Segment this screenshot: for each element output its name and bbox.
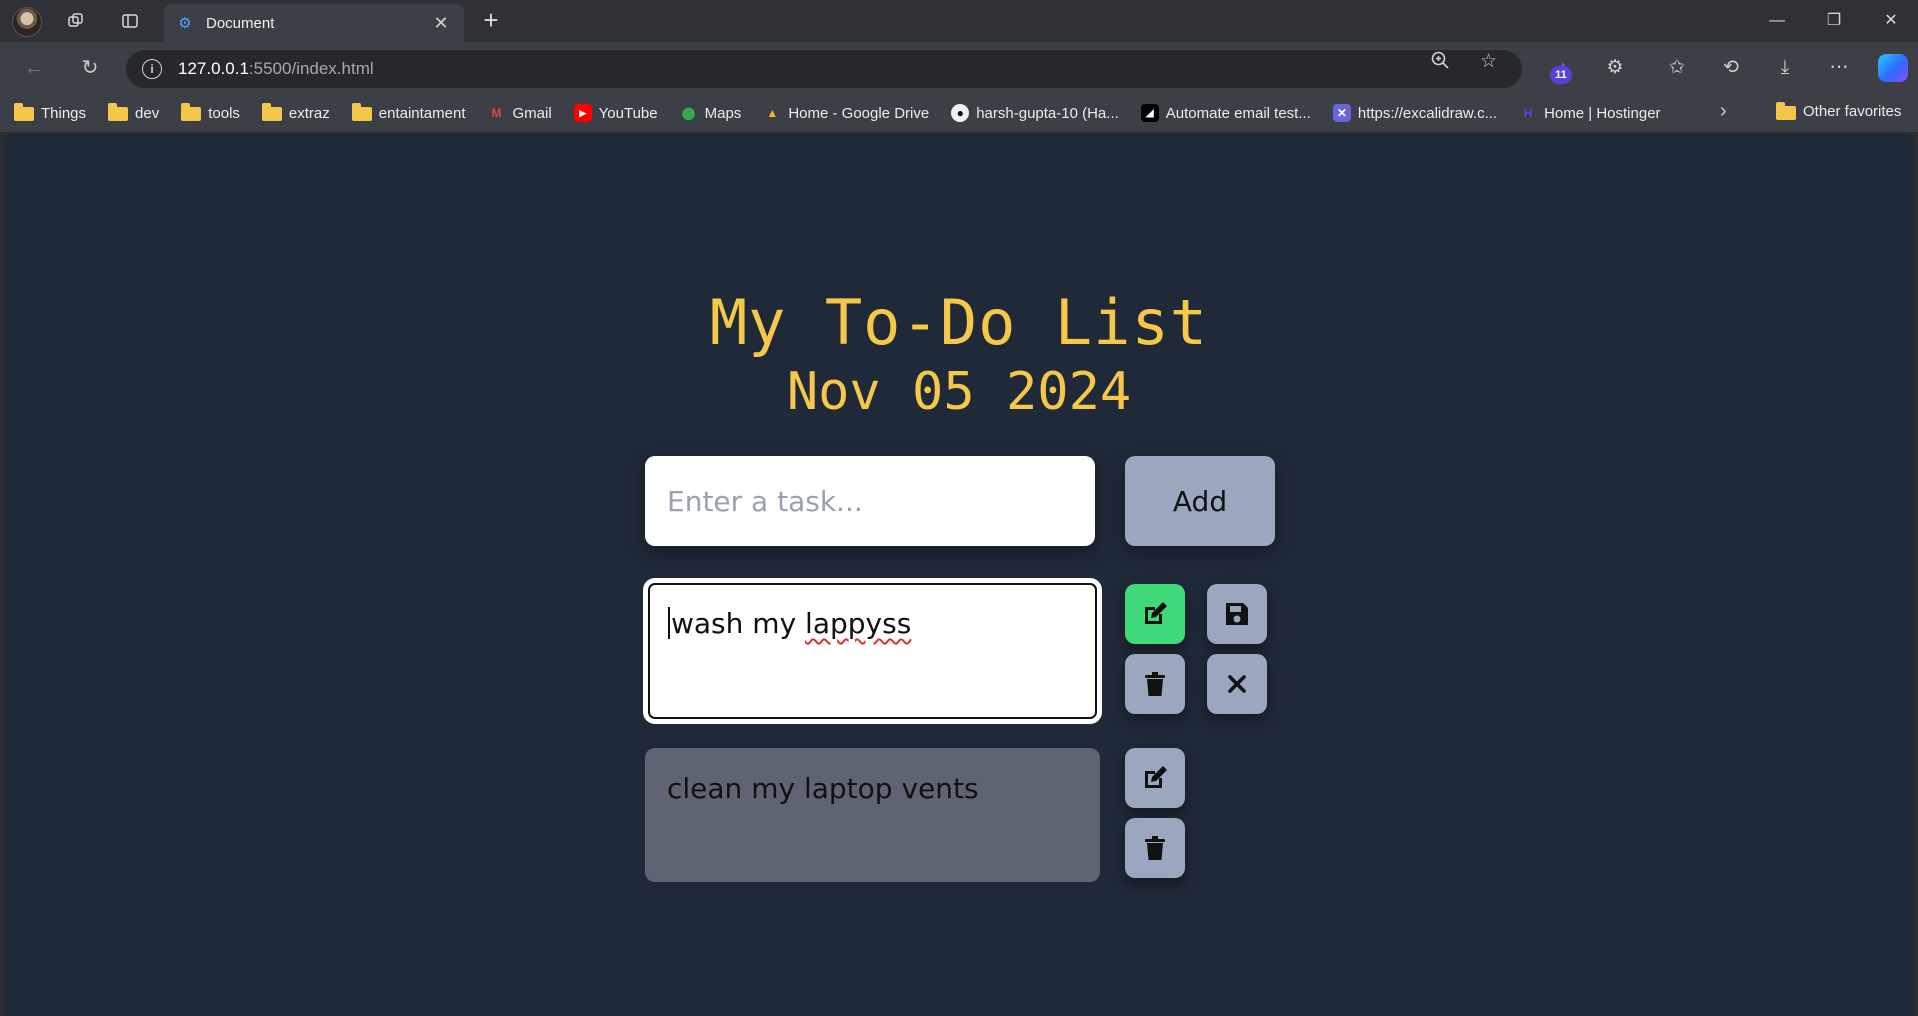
bookmark-entaintament[interactable]: entaintament — [351, 103, 466, 122]
profile-avatar[interactable] — [12, 7, 42, 37]
new-tab-button[interactable]: + — [476, 6, 506, 36]
folder-icon — [1776, 101, 1796, 120]
site-info-icon[interactable]: i — [142, 59, 162, 79]
favorites-icon[interactable]: ✩ — [1660, 52, 1694, 84]
task-edit-field[interactable]: wash my lappyss — [645, 580, 1100, 722]
bookmark-extraz[interactable]: extraz — [261, 103, 330, 122]
bookmark-tools[interactable]: tools — [181, 103, 240, 122]
folder-icon — [181, 103, 202, 121]
task-input[interactable] — [645, 456, 1095, 546]
edit-button-active[interactable] — [1125, 584, 1185, 644]
more-menu-icon[interactable]: ⋯ — [1822, 52, 1856, 84]
bookmark-maps[interactable]: ⬤ Maps — [680, 104, 741, 122]
bookmark-mailtrap[interactable]: ◢ Automate email test... — [1140, 104, 1311, 122]
bookmark-hostinger[interactable]: H Home | Hostinger — [1519, 104, 1661, 122]
restore-button[interactable]: ❐ — [1814, 6, 1854, 36]
bookmark-things[interactable]: Things — [14, 103, 86, 122]
other-favorites[interactable]: Other favorites — [1776, 101, 1901, 120]
bookmark-dev[interactable]: dev — [108, 103, 159, 122]
folder-icon — [261, 103, 282, 121]
bookmark-gmail[interactable]: M Gmail — [488, 104, 552, 122]
folder-icon — [351, 103, 372, 121]
close-icon — [1228, 675, 1246, 693]
bookmark-github[interactable]: ● harsh-gupta-10 (Ha... — [951, 104, 1119, 122]
chevron-right-icon[interactable]: › — [1720, 100, 1727, 123]
refresh-button[interactable]: ↻ — [74, 52, 106, 84]
copilot-icon[interactable] — [1878, 54, 1908, 82]
hostinger-icon: H — [1523, 106, 1533, 120]
edit-button[interactable] — [1125, 748, 1185, 808]
page-viewport: My To-Do List Nov 05 2024 Add wash my la… — [4, 134, 1914, 1016]
downloads-icon[interactable]: ⤓ — [1768, 52, 1802, 84]
save-button[interactable] — [1207, 584, 1267, 644]
cancel-button[interactable] — [1207, 654, 1267, 714]
title-bar: ⚙ Document ✕ + — ❐ ✕ — [0, 0, 1918, 42]
edit-icon — [1145, 766, 1167, 788]
edit-icon — [1145, 602, 1167, 624]
add-task-button[interactable]: Add — [1125, 456, 1275, 546]
mailtrap-icon: ◢ — [1140, 104, 1159, 122]
address-toolbar: ← ↻ i 127.0.0.1:5500/index.html ☆ ▲ ⚙ ✩ … — [0, 42, 1918, 94]
extensions-puzzle-icon[interactable]: ⚙ — [1598, 52, 1632, 84]
trash-icon — [1145, 836, 1165, 860]
close-window-button[interactable]: ✕ — [1871, 6, 1911, 36]
drive-icon: ▲ — [766, 106, 779, 120]
vertical-tabs-icon[interactable] — [116, 8, 144, 34]
favorite-star-icon[interactable]: ☆ — [1480, 50, 1497, 73]
back-button[interactable]: ← — [18, 52, 50, 84]
task-edit-misspelled-word: lappyss — [805, 607, 912, 640]
youtube-icon: ▶ — [573, 104, 592, 122]
bookmark-youtube[interactable]: ▶ YouTube — [573, 104, 658, 122]
delete-button[interactable] — [1125, 654, 1185, 714]
address-bar[interactable]: i 127.0.0.1:5500/index.html — [126, 50, 1522, 88]
excalidraw-icon: ✕ — [1332, 104, 1351, 122]
zoom-icon[interactable] — [1430, 50, 1450, 76]
trash-icon — [1145, 672, 1165, 696]
url-path: :5500/index.html — [248, 59, 374, 78]
minimize-button[interactable]: — — [1757, 6, 1797, 36]
current-date: Nov 05 2024 — [786, 362, 1132, 422]
vscode-live-server-icon: ⚙ — [178, 15, 192, 32]
workspaces-icon[interactable] — [62, 8, 90, 34]
task-item[interactable]: clean my laptop vents — [645, 748, 1100, 882]
bookmarks-bar: Things dev tools extraz entaintament M Gm… — [0, 94, 1918, 132]
text-caret — [668, 607, 670, 639]
page-title: My To-Do List — [709, 286, 1209, 359]
task-edit-text: wash my — [671, 607, 806, 640]
folder-icon — [108, 103, 129, 121]
folder-icon — [14, 103, 34, 121]
extension-badge: 11 — [1550, 66, 1572, 84]
tab-document[interactable]: ⚙ Document ✕ — [164, 4, 464, 42]
save-icon — [1226, 603, 1248, 625]
gmail-icon: M — [491, 106, 502, 120]
delete-button[interactable] — [1125, 818, 1185, 878]
bookmark-google-drive[interactable]: ▲ Home - Google Drive — [763, 104, 929, 122]
bookmark-excalidraw[interactable]: ✕ https://excalidraw.c... — [1332, 104, 1497, 122]
close-tab-icon[interactable]: ✕ — [430, 13, 452, 34]
maps-icon: ⬤ — [681, 106, 696, 120]
tab-title: Document — [206, 14, 275, 32]
url-host: 127.0.0.1 — [178, 59, 249, 78]
github-icon: ● — [951, 104, 970, 122]
history-icon[interactable]: ⟲ — [1714, 52, 1748, 84]
